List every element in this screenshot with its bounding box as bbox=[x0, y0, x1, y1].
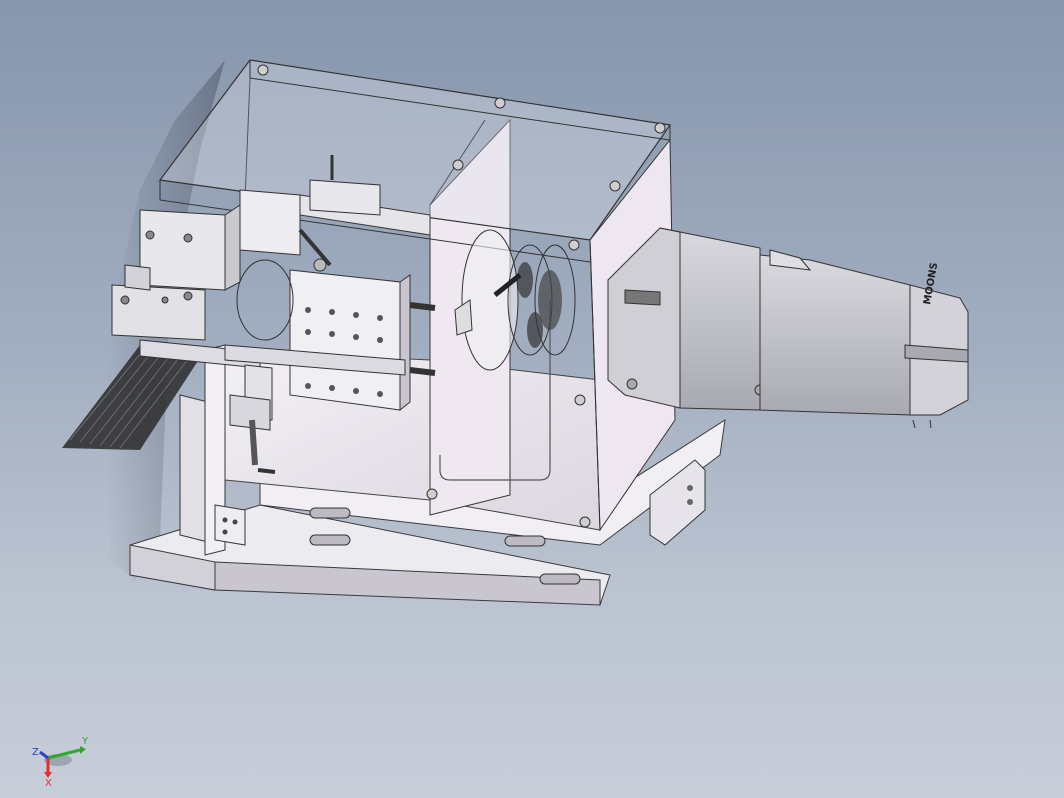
left-clamp-assembly[interactable] bbox=[111, 204, 241, 341]
z-axis-arrow bbox=[39, 750, 49, 760]
x-axis-label: X bbox=[45, 778, 52, 788]
cad-viewport[interactable]: MOONS Y X Z bbox=[0, 0, 1064, 798]
z-axis-label: Z bbox=[32, 747, 39, 758]
y-axis-head bbox=[80, 746, 86, 754]
cad-model[interactable]: MOONS bbox=[0, 0, 1064, 798]
axis-triad[interactable]: Y X Z bbox=[28, 728, 98, 788]
y-axis-label: Y bbox=[81, 736, 89, 747]
stepper-motor[interactable]: MOONS bbox=[607, 227, 969, 429]
